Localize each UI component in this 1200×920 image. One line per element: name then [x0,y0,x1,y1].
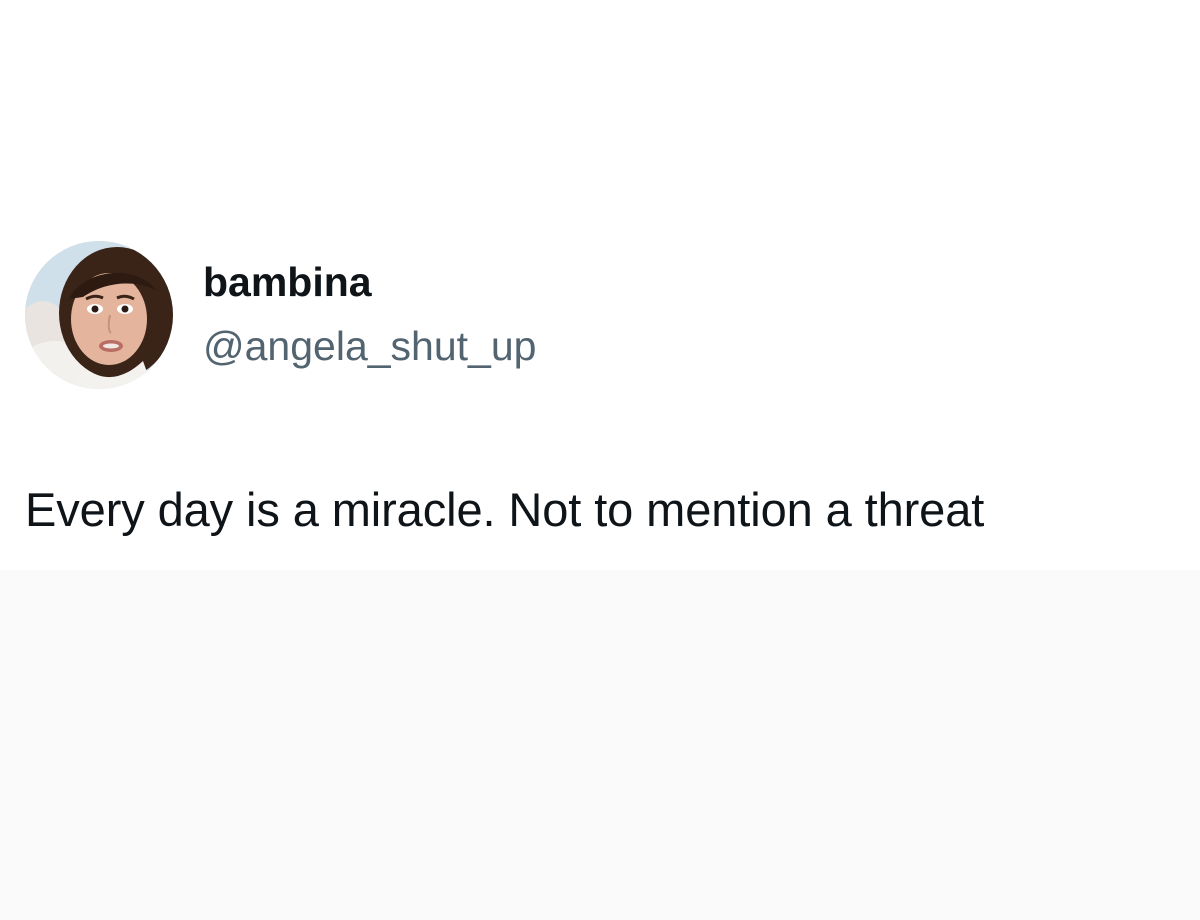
tweet-text: Every day is a miracle. Not to mention a… [25,483,985,536]
tweet-card: bambina @angela_shut_up Every day is a m… [0,0,1200,570]
screenshot-canvas: bambina @angela_shut_up Every day is a m… [0,0,1200,920]
display-name[interactable]: bambina [203,262,372,303]
avatar[interactable] [25,241,173,389]
profile-photo-icon [25,241,173,389]
user-handle[interactable]: @angela_shut_up [203,326,536,367]
empty-lower-panel [0,570,1200,920]
